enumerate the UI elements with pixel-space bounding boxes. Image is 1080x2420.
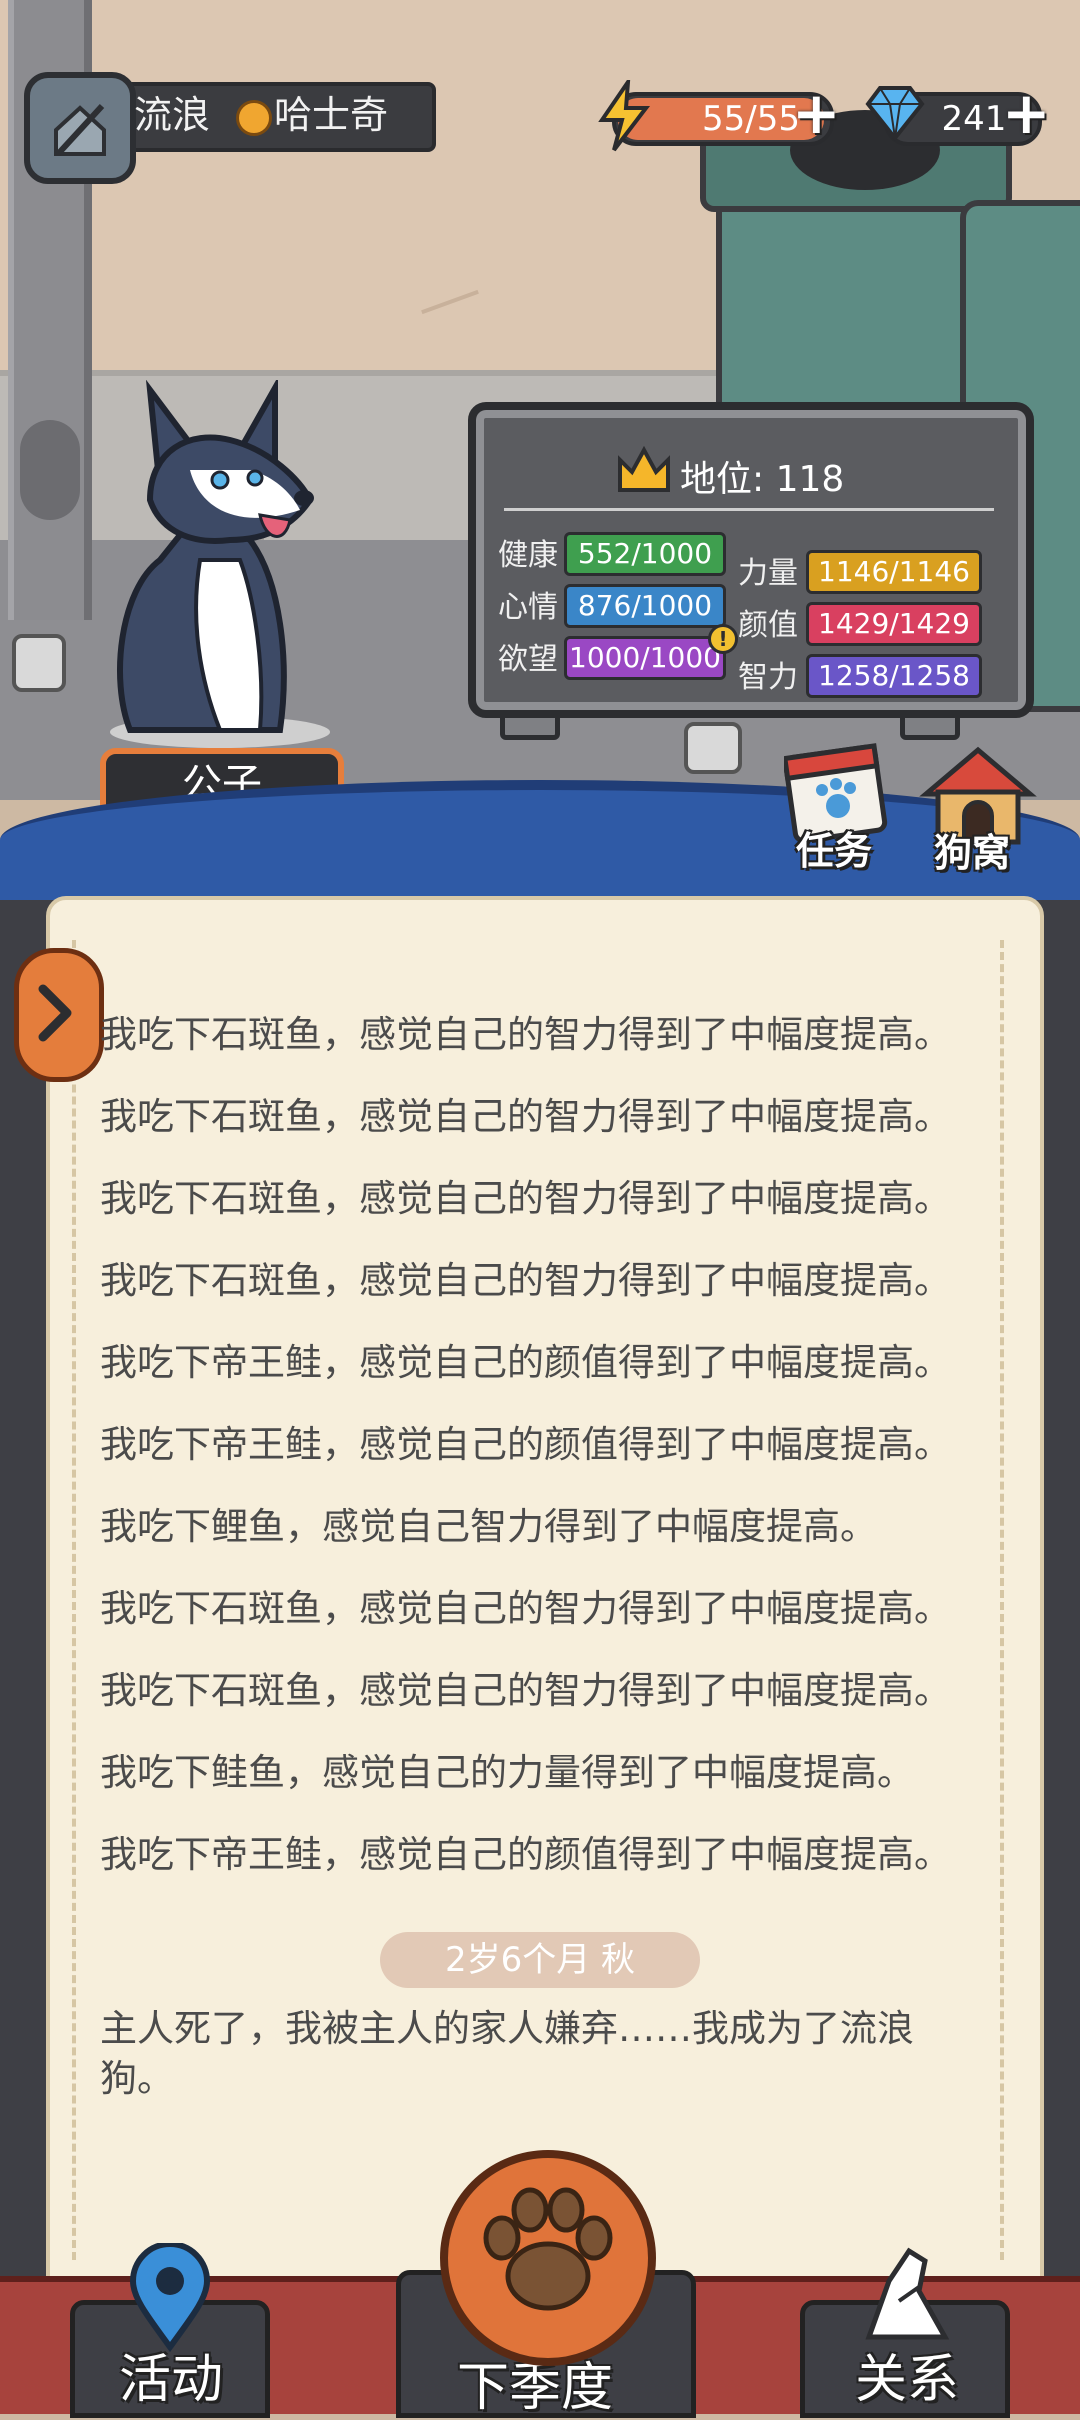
stat-value-looks: 1429/1429 xyxy=(806,602,982,646)
log-entry: 我吃下帝王鲑，感觉自己的颜值得到了中幅度提高。 xyxy=(100,1423,951,1466)
kennel-button[interactable]: 狗窝 xyxy=(914,744,1044,875)
log-entry: 我吃下鲤鱼，感觉自己智力得到了中幅度提高。 xyxy=(100,1505,877,1548)
log-entry: 我吃下石斑鱼，感觉自己的智力得到了中幅度提高。 xyxy=(100,1587,951,1630)
season-tag: 2岁6个月 秋 xyxy=(380,1932,700,1988)
stat-label-health: 健康 xyxy=(498,538,558,573)
pipe-clamp xyxy=(20,420,80,520)
stat-value-intellect: 1258/1258 xyxy=(806,654,982,698)
story-text: 主人死了，我被主人的家人嫌弃……我成为了流浪狗。 xyxy=(100,2007,914,2100)
kennel-label: 狗窝 xyxy=(934,831,1011,875)
add-gems-button[interactable]: + xyxy=(1002,84,1051,142)
log-entry: 我吃下石斑鱼，感觉自己的智力得到了中幅度提高。 xyxy=(100,1013,951,1056)
add-energy-button[interactable]: + xyxy=(792,84,841,142)
next-season-paw[interactable] xyxy=(440,2150,656,2366)
paw-icon xyxy=(483,2187,613,2311)
medal-icon xyxy=(236,100,272,136)
log-entry: 我吃下石斑鱼，感觉自己的智力得到了中幅度提高。 xyxy=(100,1669,951,1712)
log-entry: 我吃下帝王鲑，感觉自己的颜值得到了中幅度提高。 xyxy=(100,1833,951,1876)
handshake-icon xyxy=(865,2247,950,2340)
stat-value-mood: 876/1000 xyxy=(564,584,726,628)
activity-button[interactable]: 活动 xyxy=(70,2243,270,2418)
paper-border xyxy=(72,940,76,2260)
log-entry: 我吃下帝王鲑，感觉自己的颜值得到了中幅度提高。 xyxy=(100,1341,951,1384)
warning-icon: ! xyxy=(708,624,738,654)
rock xyxy=(684,722,742,774)
stat-value-desire: 1000/1000 xyxy=(564,636,726,680)
chevron-right-icon xyxy=(38,984,72,1042)
stat-label-mood: 心情 xyxy=(498,590,558,625)
crown-icon xyxy=(618,446,670,492)
tasks-button[interactable]: 任务 xyxy=(780,742,900,873)
relations-label: 关系 xyxy=(855,2350,960,2410)
husky-dog-illustration xyxy=(110,376,330,748)
log-entry: 我吃下鲑鱼，感觉自己的力量得到了中幅度提高。 xyxy=(100,1751,914,1794)
activity-label: 活动 xyxy=(119,2350,224,2410)
stat-value-strength: 1146/1146 xyxy=(806,550,982,594)
life-status: 流浪 xyxy=(134,93,211,137)
stat-label-intellect: 智力 xyxy=(738,660,798,695)
lightning-icon xyxy=(598,80,651,152)
stat-value-health: 552/1000 xyxy=(564,532,726,576)
tasks-label: 任务 xyxy=(796,829,873,873)
stat-label-desire: 欲望 xyxy=(498,642,558,677)
relations-button[interactable]: 关系 xyxy=(800,2247,1010,2418)
rank-label: 地位: 118 xyxy=(680,459,845,500)
stat-label-strength: 力量 xyxy=(738,556,798,591)
husky-character[interactable] xyxy=(90,376,350,750)
log-entry: 我吃下石斑鱼，感觉自己的智力得到了中幅度提高。 xyxy=(100,1259,951,1302)
breed-label: 哈士奇 xyxy=(274,93,389,137)
house-slash-icon xyxy=(54,103,106,157)
log-entry: 我吃下石斑鱼，感觉自己的智力得到了中幅度提高。 xyxy=(100,1095,951,1138)
stat-label-looks: 颜值 xyxy=(738,608,798,643)
diamond-icon xyxy=(865,86,925,142)
stats-board[interactable]: 地位: 118 健康 552/1000 心情 876/1000 欲望 1000/… xyxy=(468,402,1034,718)
expand-log-button[interactable] xyxy=(14,948,104,1082)
log-entry: 我吃下石斑鱼，感觉自己的智力得到了中幅度提高。 xyxy=(100,1177,951,1220)
player-avatar[interactable] xyxy=(24,72,136,184)
board-divider xyxy=(504,508,994,511)
paper-border xyxy=(1000,940,1004,2260)
rock xyxy=(12,634,66,692)
